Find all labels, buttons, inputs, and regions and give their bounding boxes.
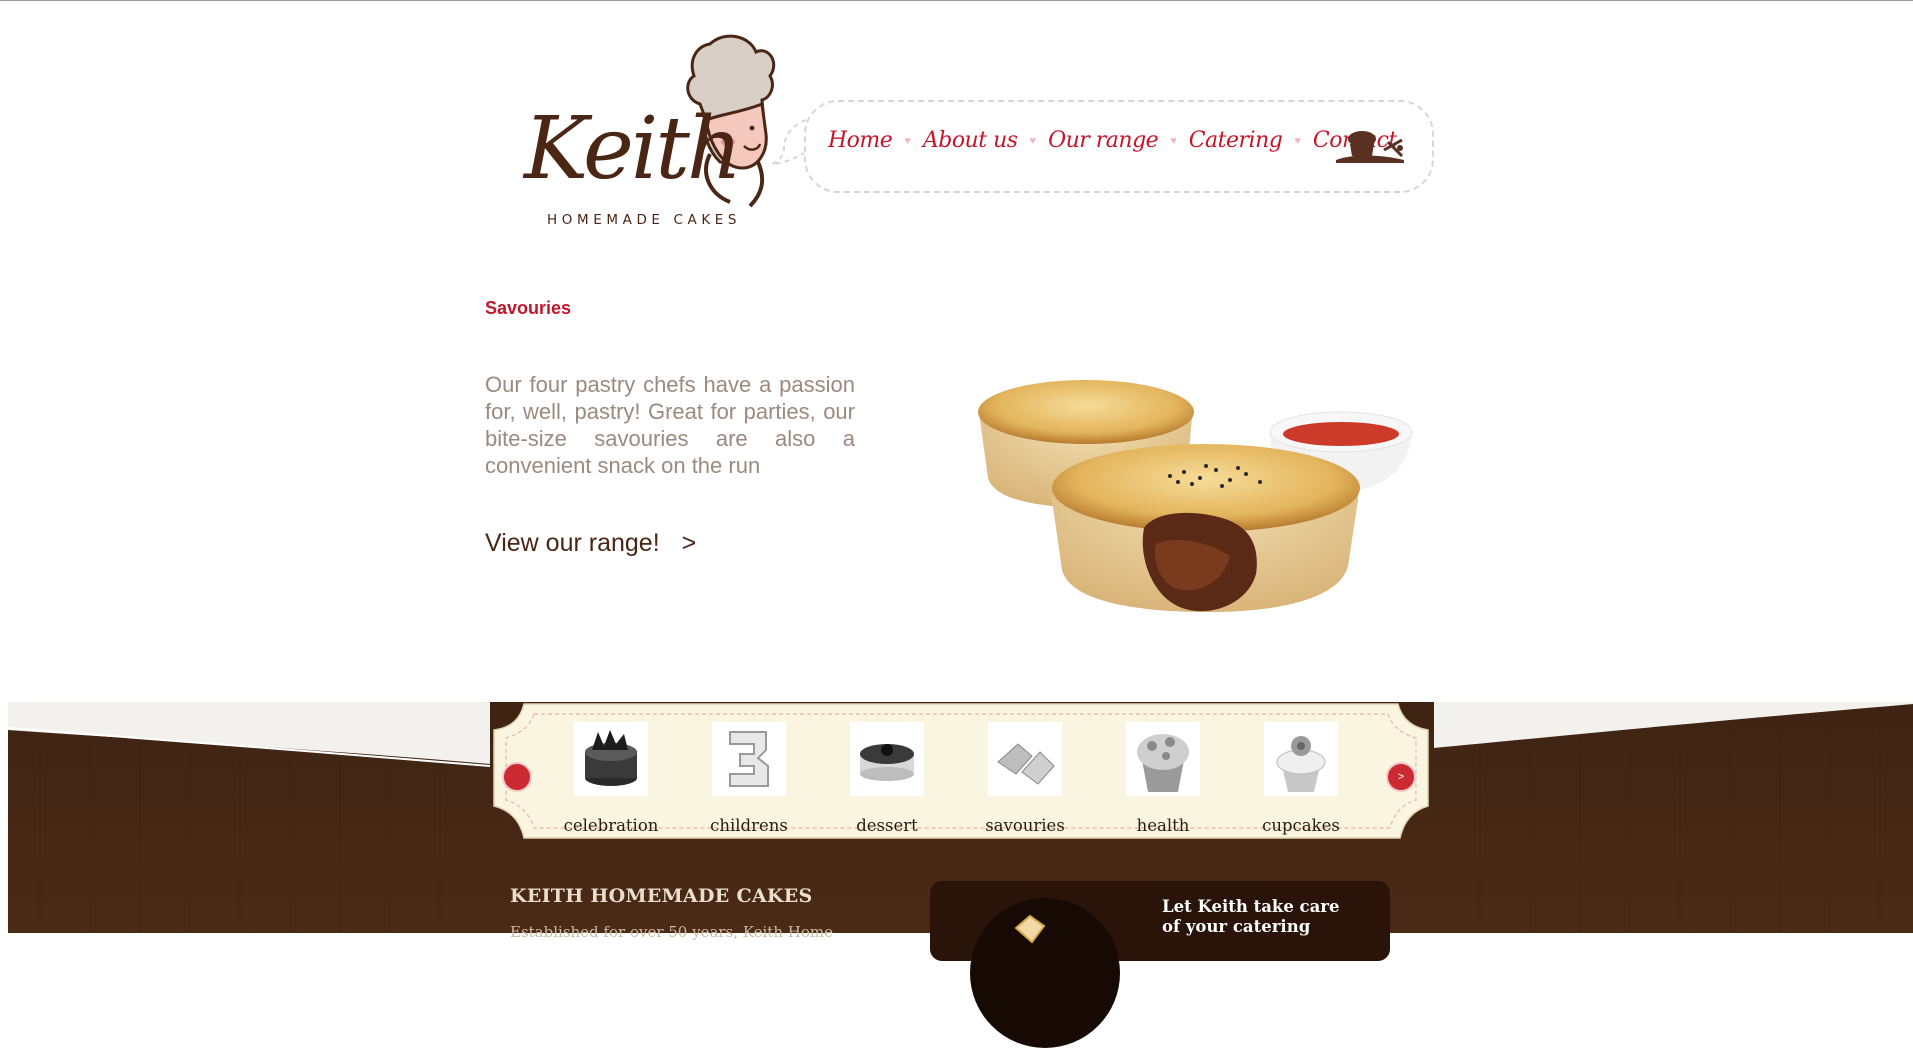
- site-logo[interactable]: Keith HOMEMADE CAKES: [520, 34, 780, 234]
- nav-catering[interactable]: Catering: [1189, 128, 1283, 153]
- logo-tagline: HOMEMADE CAKES: [547, 212, 742, 228]
- carousel-item-dessert[interactable]: dessert: [827, 722, 947, 835]
- carousel-item-label: cupcakes: [1262, 816, 1340, 835]
- logo-wordmark: Keith: [524, 99, 742, 199]
- carousel-item-celebration[interactable]: celebration: [551, 722, 671, 835]
- feature-title: Savouries: [485, 298, 572, 318]
- carousel-item-health[interactable]: health: [1103, 722, 1223, 835]
- carousel-next-button[interactable]: >: [1386, 762, 1416, 792]
- meat-pie-image: [978, 380, 1413, 612]
- carousel-item-label: savouries: [985, 816, 1065, 835]
- feature-description: Our four pastry chefs have a passion for…: [485, 372, 855, 478]
- chef-cart-icon[interactable]: [1332, 130, 1408, 166]
- carousel-item-childrens[interactable]: childrens: [689, 722, 809, 835]
- muffin-thumb: [1126, 722, 1200, 796]
- view-range-arrow: >: [681, 529, 697, 557]
- heart-separator-icon: ♥: [1170, 134, 1177, 147]
- number-cake-thumb: [712, 722, 786, 796]
- celebration-cake-thumb: [574, 722, 648, 796]
- pastry-thumb: [988, 722, 1062, 796]
- catering-panel[interactable]: Let Keith take care of your catering: [930, 881, 1390, 1048]
- catering-image: [970, 898, 1120, 1048]
- carousel-item-label: health: [1136, 816, 1190, 835]
- heart-separator-icon: ♥: [1294, 134, 1301, 147]
- about-text: Established for over 50 years, Keith Hom…: [510, 923, 833, 941]
- carousel-prev-button[interactable]: [502, 762, 532, 792]
- heart-separator-icon: ♥: [904, 134, 911, 147]
- cheesecake-thumb: [850, 722, 924, 796]
- heart-separator-icon: ♥: [1029, 134, 1037, 147]
- nav-about-us[interactable]: About us: [923, 128, 1018, 153]
- view-range-label: View our range!: [485, 529, 660, 557]
- cupcake-thumb: [1264, 722, 1338, 796]
- about-title: KEITH HOMEMADE CAKES: [510, 885, 813, 907]
- carousel-item-label: dessert: [856, 816, 918, 835]
- nav-our-range[interactable]: Our range: [1048, 128, 1159, 153]
- nav-home[interactable]: Home: [828, 128, 893, 153]
- carousel-item-label: celebration: [563, 816, 659, 835]
- main-navigation: Home♥ About us♥ Our range♥ Catering♥ Con…: [804, 100, 1434, 193]
- top-divider: [0, 0, 1913, 1]
- carousel-item-savouries[interactable]: savouries: [965, 722, 1085, 835]
- carousel-item-label: childrens: [710, 816, 788, 835]
- view-range-link[interactable]: View our range! >: [485, 529, 696, 558]
- catering-title: Let Keith take care of your catering: [1162, 897, 1340, 936]
- carousel-item-cupcakes[interactable]: cupcakes: [1241, 722, 1361, 835]
- category-carousel: > celebration childrens dessert savourie…: [488, 702, 1434, 852]
